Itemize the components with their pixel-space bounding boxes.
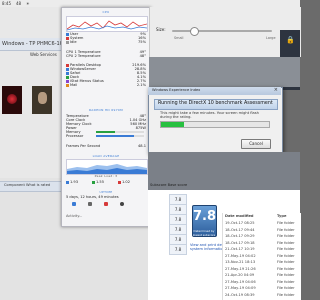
file-date: 18-Oct-17 09:44 xyxy=(225,227,255,232)
file-date: 18-Oct-17 09:18 xyxy=(225,240,255,245)
load-values-row: 1.93 1.55 1.02 xyxy=(66,180,146,184)
file-date: 21-Oct-17 10:19 xyxy=(225,247,255,251)
sun-icon[interactable]: ☀ xyxy=(26,1,30,6)
size-large-label: Large xyxy=(266,36,276,40)
file-type: File folder xyxy=(277,221,295,225)
peak-load-label: Peak Load: 3 xyxy=(94,174,118,178)
load-section-header: LOAD AVERAGE xyxy=(92,154,120,158)
proc-row: Mail 2.1% xyxy=(66,83,146,87)
file-type: File folder xyxy=(277,240,295,245)
file-type: File folder xyxy=(277,279,295,284)
file-date: 27-May-19 21:26 xyxy=(225,266,256,271)
media-thumbnail-portrait[interactable] xyxy=(32,86,52,114)
app-icons-row xyxy=(66,202,146,208)
web-services-link[interactable]: Web Services xyxy=(30,52,57,57)
file-type: File folder xyxy=(277,273,295,277)
file-row[interactable]: 24-Oct-19 08:39 File folder xyxy=(225,293,301,299)
component-column-header: Component What is rated xyxy=(4,183,51,187)
file-date: 24-Oct-19 08:39 xyxy=(225,292,255,297)
lock-icon[interactable]: 🔒 xyxy=(286,36,295,44)
file-type: File folder xyxy=(277,253,295,258)
file-type: File folder xyxy=(277,260,295,264)
assessment-progress-fill xyxy=(161,122,184,127)
dialog-message: This might take a few minutes. Your scre… xyxy=(160,111,259,119)
file-row[interactable]: 27-May-19 04:06 File folder xyxy=(225,280,301,286)
file-row[interactable]: 18-Oct-17 09:18 File folder xyxy=(225,241,301,247)
file-type: File folder xyxy=(277,227,295,232)
file-date: 27-May-19 04:02 xyxy=(225,253,256,258)
display-settings-pane: Size: Small Large xyxy=(149,7,301,57)
file-list: Date modified Type 19-Oct-17 08:25 File fo… xyxy=(222,213,301,300)
file-row[interactable]: 21-Oct-17 10:19 File folder xyxy=(225,247,301,253)
dialog-titlebar: Windows Experience Index × xyxy=(148,87,281,95)
dialog-heading: Running the DirectX 10 benchmark Assessm… xyxy=(158,101,273,106)
file-row[interactable]: 18-Oct-17 09:44 File folder xyxy=(225,228,301,234)
file-row[interactable]: 21-Apr-20 04:09 File folder xyxy=(225,273,301,279)
size-slider-knob[interactable] xyxy=(190,27,199,36)
file-type: File folder xyxy=(277,247,295,251)
load-graph-svg xyxy=(67,164,147,174)
red-glow-graphic xyxy=(7,94,17,104)
menubar-temp: 48 xyxy=(16,1,22,6)
file-date: 27-May-19 04:09 xyxy=(225,286,256,290)
cpu2-temp-row: CPU 2 Temperature 48° xyxy=(66,54,146,58)
file-row[interactable]: 27-May-19 21:26 File folder xyxy=(225,267,301,273)
fps-row: Frames Per Second 48.1 xyxy=(66,144,146,148)
gpu-section-header: RADEON HD 6970M xyxy=(88,108,124,112)
uptime-value: 5 days, 12 hours, 49 minutes xyxy=(66,195,119,199)
file-date: 27-May-19 04:06 xyxy=(225,279,256,284)
file-date: 13-Nov-21 18:13 xyxy=(225,260,256,264)
base-score-caption: Determined by lowest subscore xyxy=(192,229,216,237)
menubar-time: 8:45 xyxy=(2,1,11,6)
file-date: 21-Apr-20 04:09 xyxy=(225,273,255,277)
app-icon[interactable] xyxy=(120,202,124,206)
file-date: 18-Oct-17 09:29 xyxy=(225,234,255,238)
subscore-header: Subscore Base score xyxy=(150,183,188,187)
media-thumbnail-red[interactable] xyxy=(2,86,22,114)
dialog-title: Windows Experience Index xyxy=(152,88,201,92)
cancel-button[interactable]: Cancel xyxy=(241,139,271,149)
file-row[interactable]: 19-Oct-17 08:25 File folder xyxy=(225,221,301,227)
file-row[interactable]: 27-May-19 04:09 File folder xyxy=(225,286,301,292)
file-list-header: Date modified Type xyxy=(225,214,287,218)
portrait-graphic xyxy=(38,92,47,104)
size-small-label: Small xyxy=(174,36,184,40)
file-date: 19-Oct-17 08:25 xyxy=(225,221,255,225)
app-icon[interactable] xyxy=(88,202,92,206)
load-graph xyxy=(66,159,148,175)
subscore-cell: 7.8 xyxy=(169,244,187,255)
file-row[interactable]: 18-Oct-17 09:29 File folder xyxy=(225,234,301,240)
file-type: File folder xyxy=(277,234,295,238)
istat-monitor-panel: CPU User 9% System 16% Idle 75% CPU 1 Tempe… xyxy=(61,7,151,227)
activity-link[interactable]: Activity... xyxy=(66,214,146,218)
desktop-background xyxy=(149,57,300,87)
gpu-processor-row: Processor xyxy=(66,134,146,138)
size-label: Size: xyxy=(156,27,166,32)
file-row[interactable]: 27-May-19 04:02 File folder xyxy=(225,254,301,260)
cpu-row-idle: Idle 75% xyxy=(66,40,146,44)
cpu-graph-svg xyxy=(67,20,147,31)
file-type: File folder xyxy=(277,292,295,297)
close-icon[interactable]: × xyxy=(274,87,278,93)
file-type: File folder xyxy=(277,286,295,290)
file-row[interactable]: 13-Nov-21 18:13 File folder xyxy=(225,260,301,266)
uptime-section-header: UPTIME xyxy=(99,190,113,194)
dialog-heading-bar: Running the DirectX 10 benchmark Assessm… xyxy=(154,99,278,110)
cpu-section-header: CPU xyxy=(102,10,110,14)
file-type: File folder xyxy=(277,266,295,271)
size-slider-track[interactable] xyxy=(172,30,272,32)
app-icon[interactable] xyxy=(104,202,108,206)
cpu-graph xyxy=(66,16,148,32)
app-icon[interactable] xyxy=(72,202,76,206)
